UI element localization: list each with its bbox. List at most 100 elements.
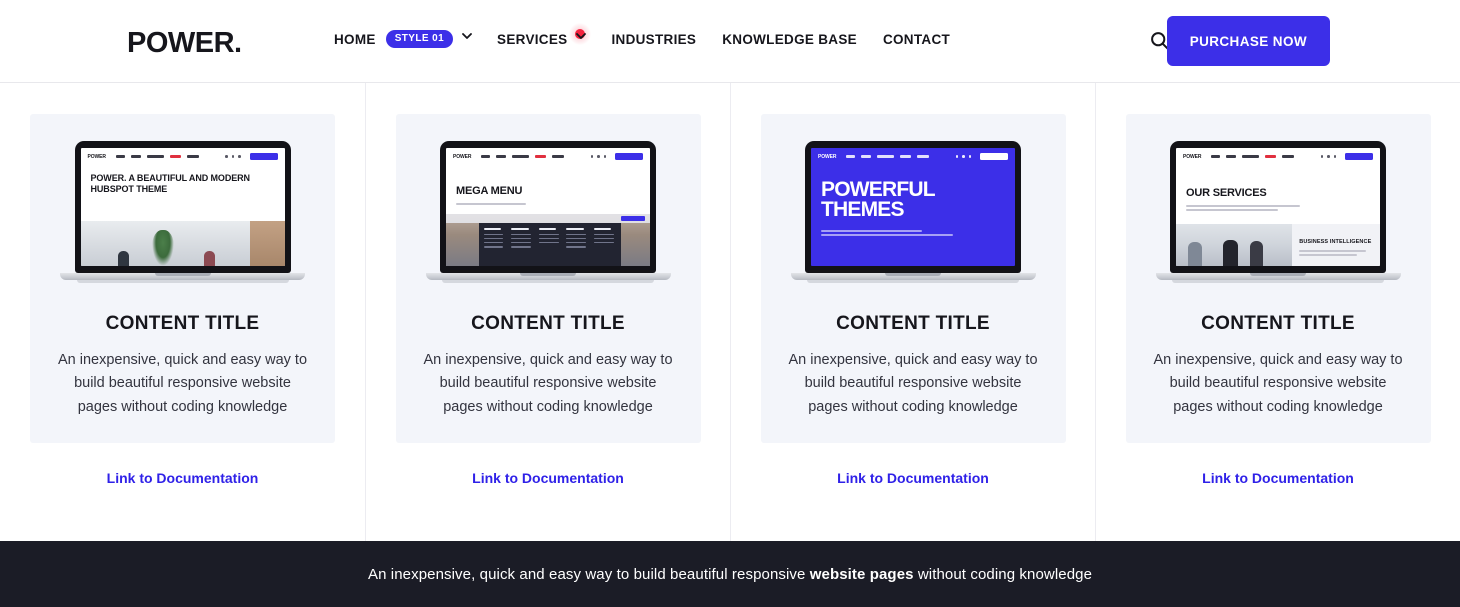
preview-mini-cta xyxy=(980,153,1008,160)
preview-body: MEGA MENU xyxy=(446,165,650,205)
laptop-mockup: POWER xyxy=(60,141,305,283)
preview-subline xyxy=(821,234,954,236)
laptop-screen: POWER xyxy=(1176,148,1380,266)
footer-text: An inexpensive, quick and easy way to bu… xyxy=(368,566,1092,583)
preview-mini-logo: POWER xyxy=(453,153,472,160)
preview-headline: OUR SERVICES xyxy=(1186,187,1267,199)
preview-mini-nav: POWER xyxy=(1176,148,1380,165)
preview-subline xyxy=(1299,253,1357,256)
preview-mini-icon xyxy=(1320,155,1323,158)
site-header: POWER. HOME STYLE 01 SERVICES INDUSTRIES… xyxy=(0,0,1460,83)
laptop-mockup: POWER xyxy=(1155,141,1401,283)
preview-headline: POWER. A BEAUTIFUL AND MODERN HUBSPOT TH… xyxy=(90,173,251,194)
preview-body: POWERFUL THEMES xyxy=(811,165,1015,236)
preview-mini-nav: POWER xyxy=(81,148,285,165)
laptop-notch xyxy=(160,141,205,147)
preview-mini-links xyxy=(846,155,930,158)
preview-mini-icons xyxy=(955,153,1008,160)
preview-mini-nav: POWER xyxy=(446,148,650,165)
preview-mega-cta xyxy=(621,215,645,222)
preview-mega-col-title xyxy=(538,228,557,231)
preview-mini-link xyxy=(846,155,856,158)
preview-mega-row xyxy=(538,233,559,236)
preview-mega-row xyxy=(593,237,614,240)
preview-mega-row xyxy=(538,237,559,240)
nav-item-knowledge-base[interactable]: KNOWLEDGE BASE xyxy=(722,32,857,47)
preview-mini-icon xyxy=(1333,155,1336,158)
card-title: CONTENT TITLE xyxy=(471,313,625,334)
preview-mega-col-title xyxy=(511,228,529,231)
preview-mega-row xyxy=(511,237,532,240)
preview-mini-link xyxy=(552,155,565,158)
laptop-mockup: POWER xyxy=(425,141,671,283)
preview-mini-icons xyxy=(225,153,278,160)
preview-headline: MEGA MENU xyxy=(456,185,523,197)
laptop-notch xyxy=(526,141,570,147)
preview-subline xyxy=(456,203,526,205)
preview-mini-cta xyxy=(1345,153,1373,160)
preview-mega-row xyxy=(593,241,614,244)
card-column: POWER xyxy=(1095,83,1460,541)
preview-photo-person xyxy=(1187,242,1202,266)
laptop-lid: POWER xyxy=(805,141,1021,273)
card-documentation-link[interactable]: Link to Documentation xyxy=(472,470,624,486)
preview-mini-link xyxy=(1265,155,1277,158)
preview-mini-logo: POWER xyxy=(1183,153,1202,160)
preview-photo-office xyxy=(80,221,250,266)
preview-mega-column xyxy=(593,228,617,266)
nav-item-services[interactable]: SERVICES xyxy=(497,22,592,47)
nav-label-knowledge-base: KNOWLEDGE BASE xyxy=(722,31,857,47)
preview-mega-row xyxy=(483,241,504,244)
preview-mini-link xyxy=(1282,155,1295,158)
laptop-lid: POWER xyxy=(1170,141,1386,273)
card-documentation-link[interactable]: Link to Documentation xyxy=(1202,470,1354,486)
preview-mega-col-title xyxy=(483,228,502,231)
card-title: CONTENT TITLE xyxy=(1201,313,1355,334)
preview-mini-link xyxy=(535,155,547,158)
preview-mini-links xyxy=(1211,155,1295,158)
preview-mega-row xyxy=(538,241,559,244)
preview-mega-row xyxy=(566,237,587,240)
laptop-base xyxy=(60,273,305,280)
preview-mini-icon xyxy=(962,155,965,158)
footer-banner: An inexpensive, quick and easy way to bu… xyxy=(0,541,1460,607)
nav-item-industries[interactable]: INDUSTRIES xyxy=(611,32,696,47)
preview-subline xyxy=(821,230,923,232)
preview-mini-link xyxy=(900,155,912,158)
laptop-screen: POWER xyxy=(811,148,1015,266)
laptop-foot xyxy=(76,280,289,283)
site-logo[interactable]: POWER. xyxy=(127,27,242,60)
preview-mini-link xyxy=(877,155,895,158)
preview-mega-row xyxy=(483,246,504,248)
nav-item-home[interactable]: HOME STYLE 01 xyxy=(334,30,472,48)
preview-subtext xyxy=(1299,250,1373,256)
nav-label-home: HOME xyxy=(334,31,376,47)
nav-label-contact: CONTACT xyxy=(882,31,951,47)
preview-mega-menu xyxy=(446,214,650,266)
card-media-box: POWER xyxy=(395,114,701,444)
preview-mega-row xyxy=(483,237,504,240)
preview-mega-column xyxy=(566,228,589,266)
card-documentation-link[interactable]: Link to Documentation xyxy=(837,470,989,486)
preview-subline xyxy=(1186,209,1278,211)
footer-text-bold: website pages xyxy=(809,565,914,583)
chevron-down-icon xyxy=(462,32,472,42)
nav-item-contact[interactable]: CONTACT xyxy=(883,32,950,47)
preview-mega-column xyxy=(511,228,534,266)
preview-mini-link xyxy=(169,155,181,158)
preview-mini-icons xyxy=(1320,153,1373,160)
laptop-screen: POWER xyxy=(446,148,650,266)
preview-subtext xyxy=(821,230,1005,236)
laptop-foot xyxy=(1172,280,1384,283)
laptop-lid: POWER xyxy=(74,141,291,273)
preview-mini-link xyxy=(130,155,141,158)
card-documentation-link[interactable]: Link to Documentation xyxy=(107,470,259,486)
purchase-now-button[interactable]: PURCHASE NOW xyxy=(1166,16,1330,66)
preview-mini-link xyxy=(1226,155,1237,158)
preview-mega-row xyxy=(511,246,532,248)
card-media-box: POWER xyxy=(1125,114,1431,444)
preview-mega-row xyxy=(566,246,587,248)
nav-label-industries: INDUSTRIES xyxy=(611,31,697,47)
preview-mini-links xyxy=(481,155,565,158)
preview-mega-column xyxy=(483,228,507,266)
